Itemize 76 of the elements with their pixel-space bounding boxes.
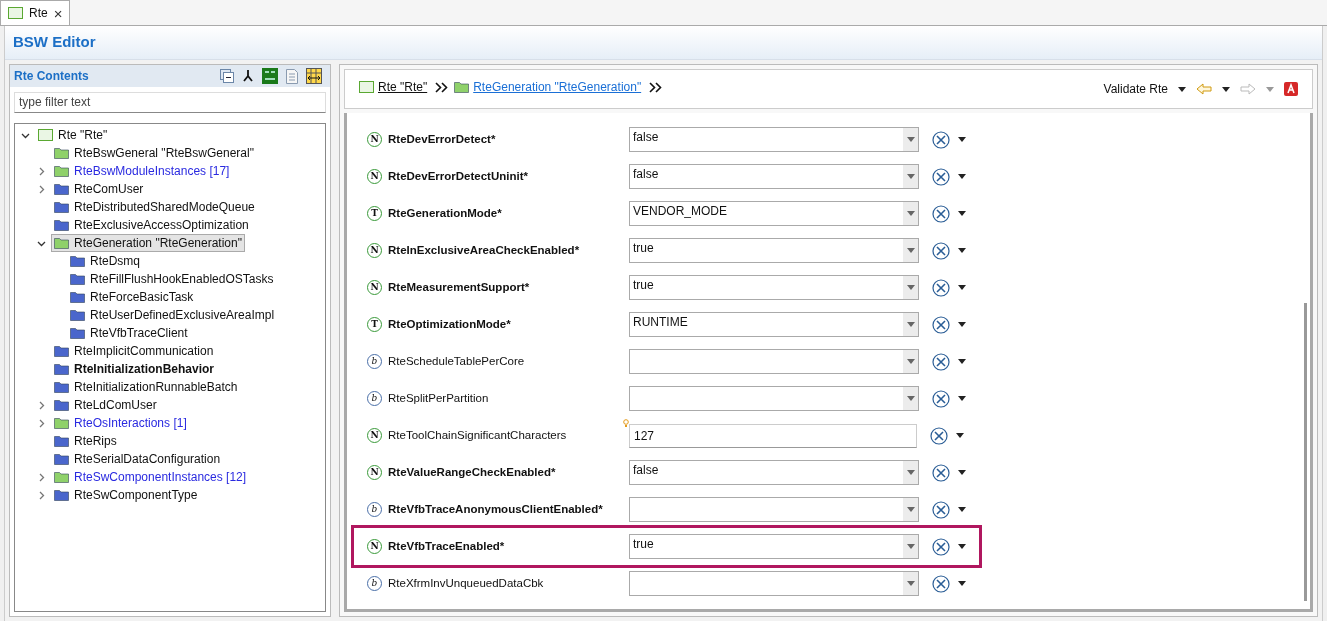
caret-icon[interactable] [958,470,966,475]
fork-icon[interactable] [242,69,254,83]
parameter-label: RteVfbTraceAnonymousClientEnabled* [388,501,603,517]
caret-icon[interactable] [958,211,966,216]
caret-icon[interactable] [958,285,966,290]
value-input-field[interactable]: 127 [629,424,917,448]
chevron-right-icon [435,81,449,93]
caret-icon[interactable] [958,137,966,142]
parameter-label: RteSplitPerPartition [388,390,489,406]
value-dropdown[interactable]: false [629,164,919,189]
parameter-label: RteToolChainSignificantCharacters [388,427,567,443]
validate-button[interactable]: Validate Rte [1103,80,1168,98]
parameter-label: RteVfbTraceEnabled* [388,538,505,554]
parameter-label: RteOptimizationMode* [388,316,511,332]
letter-icon[interactable] [1284,82,1298,96]
caret-icon[interactable] [958,581,966,586]
tree-item[interactable]: RteImplicitCommunication [51,342,217,360]
breadcrumb-link[interactable]: Rte "Rte" [378,78,428,96]
caret-icon[interactable] [958,322,966,327]
caret-icon[interactable] [958,396,966,401]
tree-item[interactable]: RteLdComUser [51,396,160,414]
panel-title: Rte Contents [14,68,89,85]
module-icon [38,129,53,141]
value-dropdown[interactable]: true [629,534,919,559]
caret-icon[interactable] [958,174,966,179]
tree-item[interactable]: RteDsmq [67,252,143,270]
tree-item[interactable]: Rte "Rte" [35,126,111,144]
tree-item[interactable]: RteForceBasicTask [67,288,197,306]
tree-item[interactable]: RteSwComponentType [51,486,201,504]
tree-item[interactable]: RteDistributedSharedModeQueue [51,198,258,216]
value-dropdown[interactable]: false [629,460,919,485]
column-width-icon[interactable] [306,68,322,84]
tree-item[interactable]: RteFillFlushHookEnabledOSTasks [67,270,277,288]
caret-icon[interactable] [958,359,966,364]
tree-item[interactable]: RteInitializationBehavior [51,360,218,378]
parameter-label: RteValueRangeCheckEnabled* [388,464,556,480]
module-icon [8,7,23,19]
tree-item[interactable]: RteVfbTraceClient [67,324,191,342]
caret-icon[interactable] [1222,86,1230,92]
parameter-label: RteDevErrorDetect* [388,131,496,147]
parameter-label: RteDevErrorDetectUninit* [388,168,528,184]
collapse-all-icon[interactable] [220,69,234,83]
chevron-right-icon [649,81,663,93]
value-dropdown[interactable]: VENDOR_MODE [629,201,919,226]
caret-icon[interactable] [958,507,966,512]
value-dropdown[interactable]: true [629,238,919,263]
document-icon[interactable] [286,68,298,84]
tree-item[interactable]: RteSwComponentInstances [12] [51,468,250,486]
module-icon [359,81,374,93]
filter-field[interactable]: type filter text [14,91,326,113]
tree-item[interactable]: RteBswModuleInstances [17] [51,162,233,180]
tree-item[interactable]: RteComUser [51,180,147,198]
close-button[interactable]: × [53,5,63,21]
tree-item[interactable]: RteSerialDataConfiguration [51,450,224,468]
value-dropdown[interactable]: true [629,275,919,300]
tree-item[interactable]: RteInitializationRunnableBatch [51,378,241,396]
caret-icon[interactable] [956,433,964,438]
value-dropdown[interactable]: RUNTIME [629,312,919,337]
tree-item[interactable]: RteGeneration "RteGeneration" [51,234,245,252]
value-dropdown[interactable]: false [629,127,919,152]
parameter-label: RteInExclusiveAreaCheckEnabled* [388,242,580,258]
caret-icon[interactable] [1178,86,1186,92]
editor-title: BSW Editor [13,32,96,53]
breadcrumb-link[interactable]: RteGeneration "RteGeneration" [473,78,642,96]
tree-item[interactable]: RteExclusiveAccessOptimization [51,216,252,234]
parameter-label: RteGenerationMode* [388,205,502,221]
editor-tab[interactable]: Rte × [0,0,71,25]
tree-item[interactable]: RteUserDefinedExclusiveAreaImpl [67,306,278,324]
parameter-label: RteXfrmInvUnqueuedDataCbk [388,575,544,591]
tree-item[interactable]: RteBswGeneral "RteBswGeneral" [51,144,257,162]
caret-icon[interactable] [958,248,966,253]
parameter-label: RteScheduleTablePerCore [388,353,525,369]
caret-icon[interactable] [958,544,966,549]
parameter-label: RteMeasurementSupport* [388,279,530,295]
tree-item[interactable]: RteOsInteractions [1] [51,414,190,432]
tree-item[interactable]: RteRips [51,432,120,450]
